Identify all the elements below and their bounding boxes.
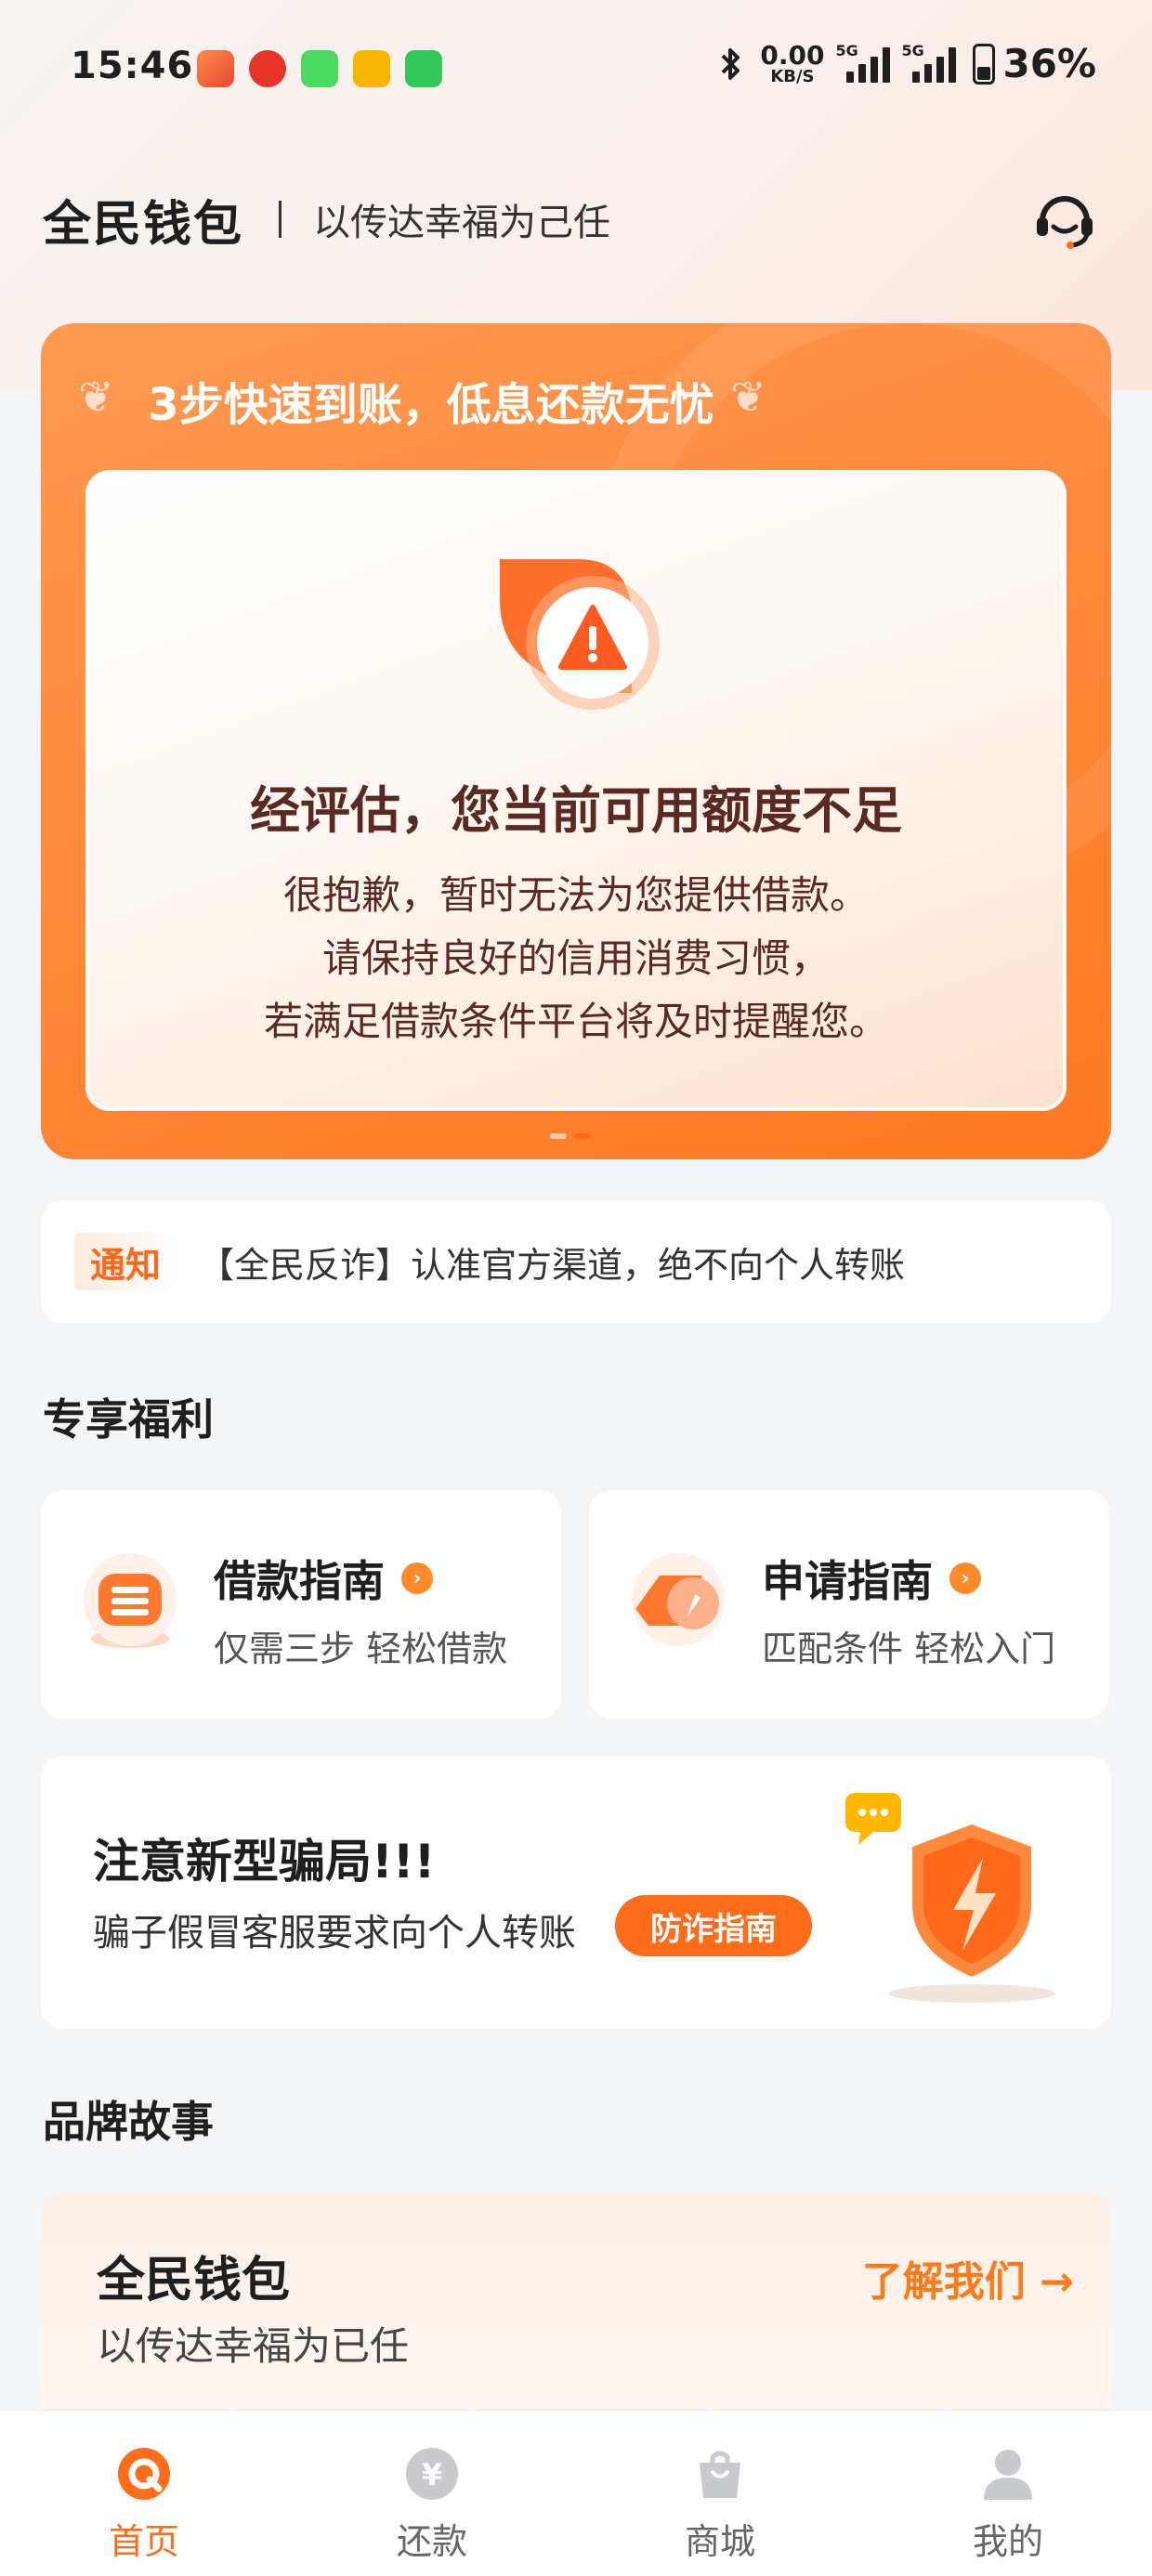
banner-pagination [550,1133,591,1139]
warning-icon [500,559,660,710]
repay-icon: ¥ [406,2448,458,2500]
headset-icon[interactable] [1031,186,1098,253]
system-status: 0.00 KB/S 5G 5G 36% [719,41,1096,86]
about-us-link[interactable]: 了解我们 → [862,2248,1074,2308]
status-bar: 15:46 0.00 KB/S 5G 5G 36% [0,0,1152,139]
loan-guide-card[interactable]: 借款指南 › 仅需三步 轻松借款 [41,1490,561,1719]
net-speed-value: 0.00 [760,39,825,71]
apply-guide-icon [632,1553,725,1646]
loan-guide-icon [84,1553,177,1648]
app-red-icon [249,50,286,87]
brand-name: 全民钱包 [43,196,244,253]
page-dot-active[interactable] [574,1133,591,1139]
video-icon [353,50,390,87]
alert-line: 若满足借款条件平台将及时提醒您。 [263,999,888,1044]
notice-bar[interactable]: 通知 【全民反诈】认准官方渠道，绝不向个人转账 [41,1200,1111,1323]
fraud-title: 注意新型骗局!!! [93,1835,436,1889]
loan-guide-subtitle: 仅需三步 轻松借款 [214,1628,508,1669]
message-icon [301,50,338,87]
loan-guide-title: 借款指南 › [214,1548,433,1609]
status-time: 15:46 [71,45,194,87]
home-icon [118,2448,170,2500]
tab-shop-label: 商城 [684,2521,755,2562]
tab-home-label: 首页 [108,2521,179,2562]
bluetooth-icon [721,47,740,80]
brand-slogan: 以传达幸福为己任 [313,202,611,244]
alert-title: 经评估，您当前可用额度不足 [250,781,902,840]
battery: 36% [973,41,1096,86]
loan-guide-label: 借款指南 [214,1556,385,1606]
chevron-right-icon: › [949,1563,981,1594]
anti-fraud-guide-button[interactable]: 防诈指南 [615,1895,812,1956]
credit-alert-card: 经评估，您当前可用额度不足 很抱歉，暂时无法为您提供借款。 请保持良好的信用消费… [85,470,1067,1111]
fraud-subtitle: 骗子假冒客服要求向个人转账 [93,1912,576,1955]
story-title: 全民钱包 [97,2253,291,2308]
profile-icon [984,2450,1032,2500]
apply-guide-title: 申请指南 › [762,1548,981,1609]
anti-fraud-card[interactable]: 注意新型骗局!!! 骗子假冒客服要求向个人转账 防诈指南 [41,1756,1111,2029]
header-divider [279,201,282,238]
tab-repay-label: 还款 [396,2521,467,2562]
tab-profile[interactable]: 我的 [864,2411,1152,2576]
signal-label: 5G [835,41,858,59]
apply-guide-label: 申请指南 [762,1556,933,1606]
benefits-section-title: 专享福利 [43,1394,214,1445]
tab-repay[interactable]: ¥ 还款 [288,2411,576,2576]
laurel-right-icon: ❦ [730,372,766,422]
story-subtitle: 以传达幸福为已任 [97,2323,410,2369]
tab-profile-label: 我的 [972,2521,1043,2562]
net-speed: 0.00 KB/S [760,39,825,86]
tab-shop[interactable]: 商城 [576,2411,864,2576]
notification-app-icons [197,50,442,87]
svg-text:¥: ¥ [422,2457,442,2492]
apply-guide-subtitle: 匹配条件 轻松入门 [762,1628,1056,1669]
alert-line: 很抱歉，暂时无法为您提供借款。 [282,872,869,918]
app-header: 全民钱包 以传达幸福为己任 [43,182,1109,256]
story-section-title: 品牌故事 [43,2097,214,2147]
battery-icon [973,43,996,85]
page-dot[interactable] [550,1133,567,1139]
notice-tag: 通知 [74,1233,177,1290]
signal-label: 5G [901,41,924,59]
phone-icon [405,50,442,87]
game-icon [197,50,234,87]
signal-icon: 5G [901,42,957,83]
apply-guide-card[interactable]: 申请指南 › 匹配条件 轻松入门 [589,1490,1109,1719]
shop-icon [700,2451,740,2498]
tab-home[interactable]: 首页 [0,2411,288,2576]
signal-icon: 5G [835,42,891,83]
notice-text: 【全民反诈】认准官方渠道，绝不向个人转账 [199,1244,906,1286]
shield-icon [845,1793,1055,2003]
alert-line: 请保持良好的信用消费习惯， [321,935,830,981]
promo-banner[interactable]: ❦ 3步快速到账，低息还款无忧 ❦ 经评估，您当前可用额度不足 很抱歉，暂时无法… [41,323,1111,1159]
net-speed-unit: KB/S [770,66,815,86]
battery-percent: 36% [1002,41,1096,86]
banner-title: 3步快速到账，低息还款无忧 [148,379,714,431]
bottom-tab-bar: 首页 ¥ 还款 商城 我的 [0,2410,1152,2576]
chevron-right-icon: › [401,1563,433,1594]
